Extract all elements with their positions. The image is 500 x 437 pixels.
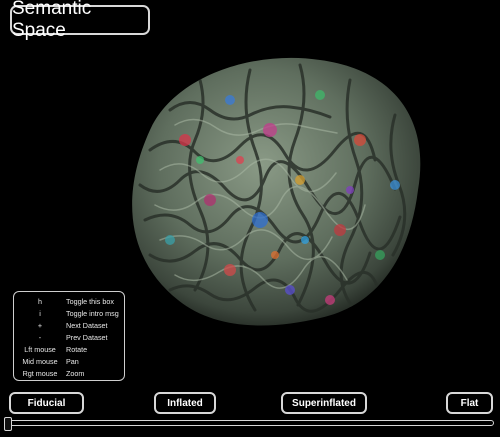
help-row: Mid mouse Pan <box>14 355 124 367</box>
surface-morph-slider[interactable] <box>4 417 494 431</box>
help-box: h Toggle this box i Toggle intro msg + N… <box>13 291 125 381</box>
help-key: - <box>38 332 42 342</box>
help-row: h Toggle this box <box>14 295 124 307</box>
superinflated-button[interactable]: Superinflated <box>281 392 367 414</box>
help-key: Mid mouse <box>22 356 58 366</box>
help-action: Next Dataset <box>66 320 108 330</box>
help-key: h <box>38 296 42 306</box>
help-action: Pan <box>66 356 79 366</box>
help-action: Rotate <box>66 344 88 354</box>
help-key: Rgt mouse <box>22 368 58 378</box>
help-key: + <box>37 320 43 330</box>
help-key: i <box>39 308 41 318</box>
help-row: Lft mouse Rotate <box>14 343 124 355</box>
inflated-button[interactable]: Inflated <box>154 392 216 414</box>
help-row: + Next Dataset <box>14 319 124 331</box>
flat-button[interactable]: Flat <box>446 392 493 414</box>
slider-handle[interactable] <box>4 417 12 431</box>
fiducial-button[interactable]: Fiducial <box>9 392 84 414</box>
page-title: Semantic Space <box>10 0 150 41</box>
help-row: i Toggle intro msg <box>14 307 124 319</box>
help-row: Rgt mouse Zoom <box>14 367 124 379</box>
help-action: Toggle intro msg <box>66 308 119 318</box>
help-action: Toggle this box <box>66 296 114 306</box>
help-key: Lft mouse <box>24 344 56 354</box>
help-row: - Prev Dataset <box>14 331 124 343</box>
help-action: Zoom <box>66 368 85 378</box>
slider-track[interactable] <box>4 420 494 426</box>
help-action: Prev Dataset <box>66 332 108 342</box>
